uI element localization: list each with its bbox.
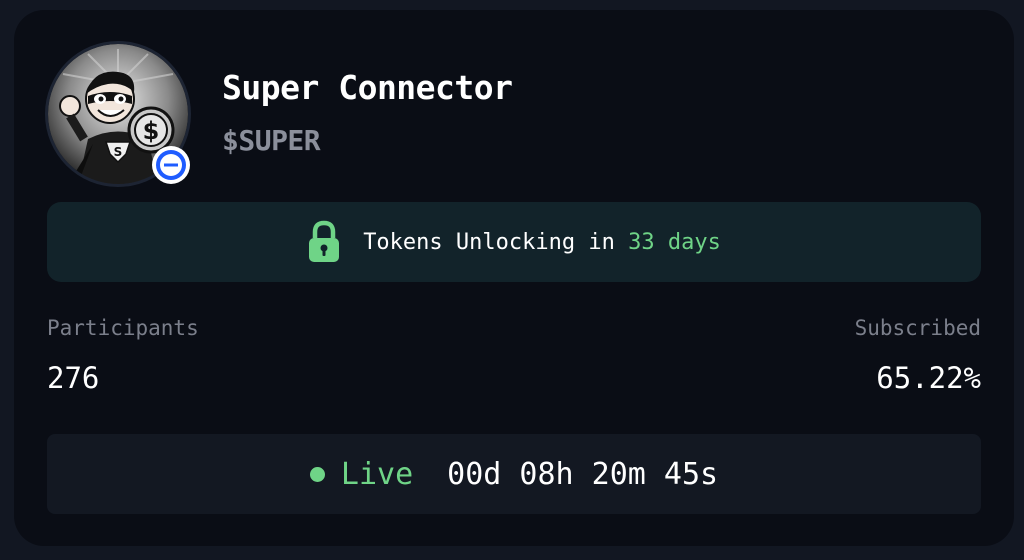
participants-value: 276	[47, 361, 100, 395]
token-sale-card[interactable]: S $ Super Connector $SUPER Tokens Unlock…	[14, 10, 1014, 546]
unlock-prefix: Tokens Unlocking in	[363, 229, 629, 255]
unlock-banner: Tokens Unlocking in 33 days	[47, 202, 981, 282]
token-name: Super Connector	[222, 68, 513, 107]
participants-label: Participants	[47, 316, 199, 340]
token-avatar-wrapper: S $	[48, 44, 190, 184]
live-status: Live	[340, 456, 414, 492]
token-symbol: $SUPER	[222, 124, 321, 157]
subscribed-value: 65.22%	[876, 361, 981, 395]
subscribed-label: Subscribed	[854, 316, 981, 340]
live-dot-icon	[309, 466, 325, 482]
countdown-timer: 00d 08h 20m 45s	[447, 456, 719, 492]
unlock-message: Tokens Unlocking in 33 days	[363, 230, 721, 255]
lock-icon	[309, 220, 340, 262]
unlock-days: 33 days	[628, 229, 721, 255]
svg-text:$: $	[143, 117, 160, 145]
status-bar: Live 00d 08h 20m 45s	[47, 434, 981, 514]
chain-badge	[152, 146, 190, 184]
base-chain-icon	[156, 150, 186, 180]
svg-text:S: S	[114, 145, 123, 159]
